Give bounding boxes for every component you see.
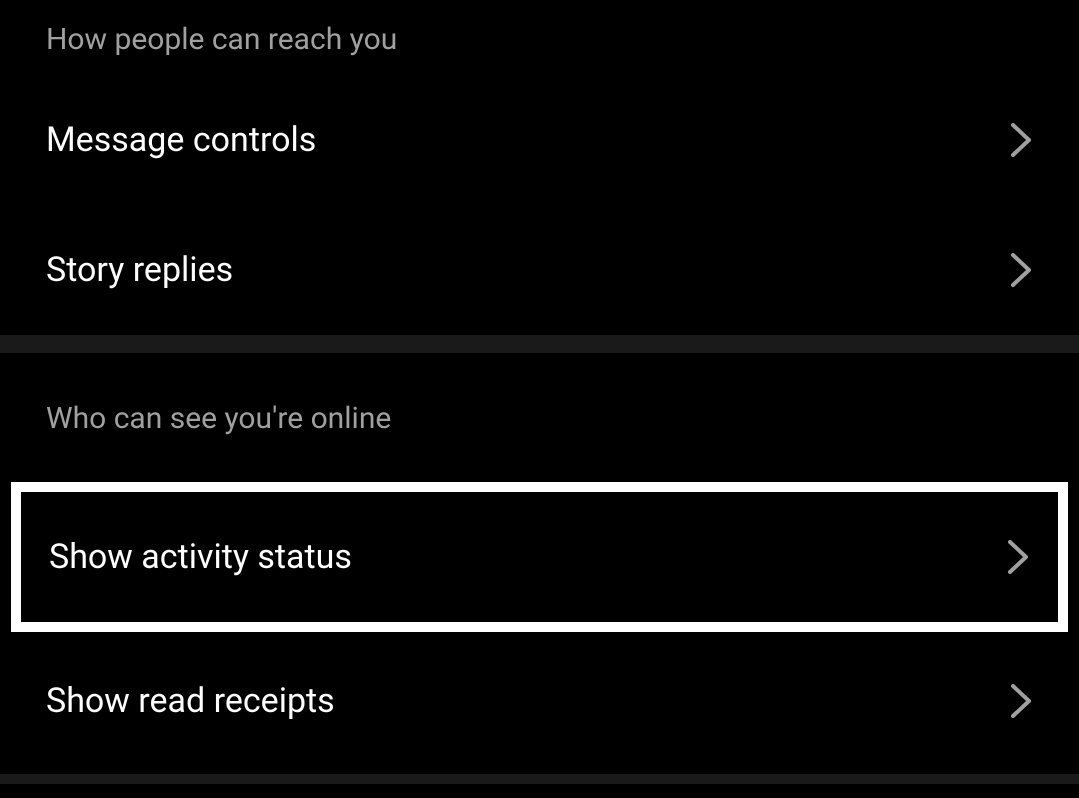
menu-item-label: Message controls <box>46 120 316 160</box>
section-how-people-reach-you: How people can reach you Message control… <box>0 0 1079 335</box>
chevron-right-icon <box>1009 121 1033 159</box>
section-who-can-see-online: Who can see you're online Show activity … <box>0 353 1079 766</box>
section-header-reach: How people can reach you <box>0 0 1079 75</box>
chevron-right-icon <box>1009 682 1033 720</box>
menu-item-activity-status[interactable]: Show activity status <box>21 492 1058 622</box>
menu-item-message-controls[interactable]: Message controls <box>0 75 1079 205</box>
chevron-right-icon <box>1009 251 1033 289</box>
highlighted-item-wrapper: Show activity status <box>11 482 1068 632</box>
menu-item-label: Show read receipts <box>46 681 335 721</box>
menu-item-read-receipts[interactable]: Show read receipts <box>0 636 1079 766</box>
menu-item-label: Story replies <box>46 250 233 290</box>
section-divider <box>0 774 1079 784</box>
menu-item-story-replies[interactable]: Story replies <box>0 205 1079 335</box>
chevron-right-icon <box>1006 538 1030 576</box>
section-divider <box>0 335 1079 353</box>
section-header-online: Who can see you're online <box>0 353 1079 454</box>
menu-item-label: Show activity status <box>49 537 352 577</box>
